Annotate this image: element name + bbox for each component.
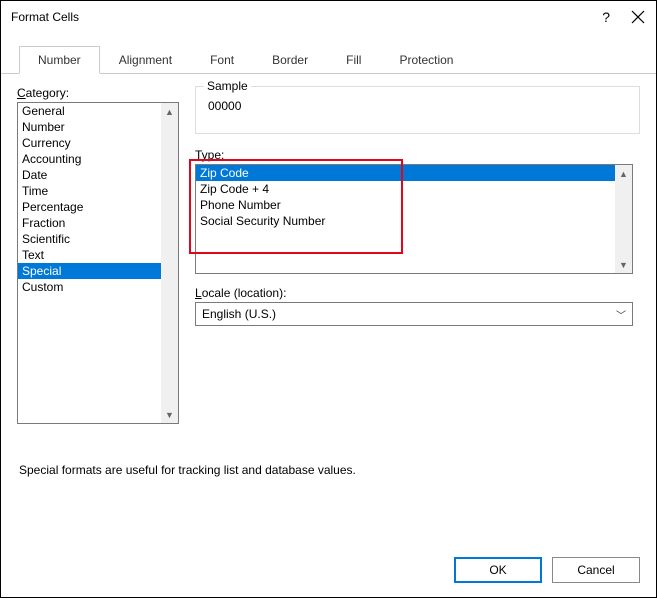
- scroll-down-icon[interactable]: ▼: [615, 256, 632, 273]
- category-label: Category:: [17, 86, 179, 100]
- category-item-time[interactable]: Time: [18, 183, 161, 199]
- scroll-up-icon[interactable]: ▲: [615, 165, 632, 182]
- tabstrip: Number Alignment Font Border Fill Protec…: [1, 45, 656, 74]
- category-item-percentage[interactable]: Percentage: [18, 199, 161, 215]
- type-scrollbar[interactable]: ▲ ▼: [615, 165, 632, 273]
- scroll-down-icon[interactable]: ▼: [161, 406, 178, 423]
- category-item-number[interactable]: Number: [18, 119, 161, 135]
- tab-number[interactable]: Number: [19, 46, 100, 74]
- locale-label: Locale (location):: [195, 286, 640, 300]
- sample-box: Sample 00000: [195, 86, 640, 134]
- type-item-zipcode[interactable]: Zip Code: [196, 165, 615, 181]
- category-item-fraction[interactable]: Fraction: [18, 215, 161, 231]
- category-item-scientific[interactable]: Scientific: [18, 231, 161, 247]
- tab-font[interactable]: Font: [191, 46, 253, 74]
- type-listbox[interactable]: Zip Code Zip Code + 4 Phone Number Socia…: [195, 164, 633, 274]
- chevron-down-icon: ﹀: [616, 307, 626, 322]
- category-item-general[interactable]: General: [18, 103, 161, 119]
- type-item-phone[interactable]: Phone Number: [196, 197, 615, 213]
- category-item-text[interactable]: Text: [18, 247, 161, 263]
- category-item-special[interactable]: Special: [18, 263, 161, 279]
- type-item-ssn[interactable]: Social Security Number: [196, 213, 615, 229]
- tab-border[interactable]: Border: [253, 46, 327, 74]
- type-label: Type:: [195, 148, 640, 162]
- sample-value: 00000: [208, 99, 631, 113]
- help-icon[interactable]: ?: [602, 9, 610, 25]
- cancel-button[interactable]: Cancel: [552, 557, 640, 583]
- category-item-custom[interactable]: Custom: [18, 279, 161, 295]
- tab-protection[interactable]: Protection: [380, 46, 472, 74]
- tab-alignment[interactable]: Alignment: [100, 46, 191, 74]
- category-listbox[interactable]: General Number Currency Accounting Date …: [17, 102, 179, 424]
- category-item-accounting[interactable]: Accounting: [18, 151, 161, 167]
- category-scrollbar[interactable]: ▲ ▼: [161, 103, 178, 423]
- locale-value: English (U.S.): [202, 307, 276, 321]
- ok-button[interactable]: OK: [454, 557, 542, 583]
- help-text: Special formats are useful for tracking …: [19, 463, 356, 477]
- titlebar: Format Cells ?: [1, 1, 656, 33]
- locale-select[interactable]: English (U.S.) ﹀: [195, 302, 633, 326]
- sample-label: Sample: [204, 79, 251, 93]
- category-item-currency[interactable]: Currency: [18, 135, 161, 151]
- category-item-date[interactable]: Date: [18, 167, 161, 183]
- close-icon[interactable]: [630, 9, 646, 25]
- tab-fill[interactable]: Fill: [327, 46, 380, 74]
- scroll-up-icon[interactable]: ▲: [161, 103, 178, 120]
- type-item-zipcode4[interactable]: Zip Code + 4: [196, 181, 615, 197]
- window-title: Format Cells: [11, 10, 602, 24]
